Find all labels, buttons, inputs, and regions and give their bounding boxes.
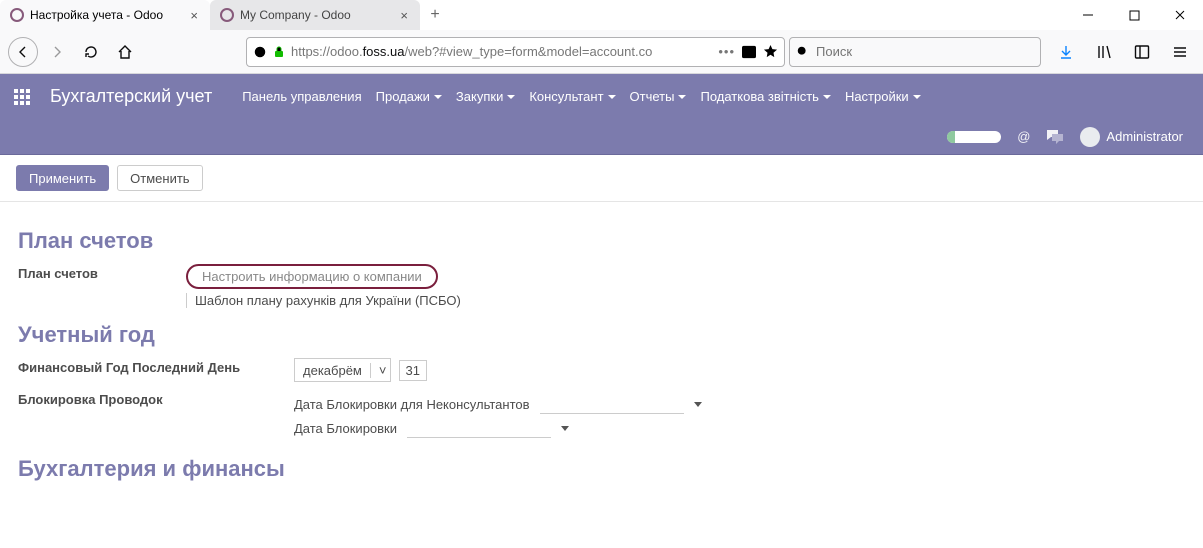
search-bar[interactable]: [789, 37, 1041, 67]
value-lock-entries: Дата Блокировки для Неконсультантов Дата…: [294, 388, 702, 442]
odoo-favicon-icon: [10, 8, 24, 22]
chevron-down-icon: [608, 95, 616, 99]
bookmark-star-icon[interactable]: [763, 44, 778, 59]
menu-tax-reporting[interactable]: Податкова звітність: [700, 89, 830, 104]
cancel-button[interactable]: Отменить: [117, 165, 202, 191]
form-view: План счетов План счетов Настроить информ…: [0, 202, 1203, 482]
browser-tab-2[interactable]: My Company - Odoo ×: [210, 0, 420, 30]
input-lock-date[interactable]: [407, 418, 551, 438]
nav-reload-button[interactable]: [76, 37, 106, 67]
odoo-top-nav: Бухгалтерский учет Панель управления Про…: [0, 74, 1203, 119]
row-lock-entries: Блокировка Проводок Дата Блокировки для …: [18, 388, 1185, 442]
conversations-icon[interactable]: [1046, 129, 1064, 145]
dropdown-icon[interactable]: [561, 426, 569, 431]
fy-month-value: декабрём: [295, 363, 370, 378]
odoo-systray: @ Administrator: [0, 119, 1203, 155]
menu-sales[interactable]: Продажи: [376, 89, 442, 104]
label-chart-of-accounts: План счетов: [18, 262, 168, 281]
menu-advisor[interactable]: Консультант: [529, 89, 615, 104]
chevron-down-icon: [913, 95, 921, 99]
fy-month-select[interactable]: декабрём ˅: [294, 358, 391, 382]
action-bar: Применить Отменить: [0, 155, 1203, 202]
label-lock-non-advisors: Дата Блокировки для Неконсультантов: [294, 397, 530, 412]
user-name: Administrator: [1106, 129, 1183, 144]
tab-title: My Company - Odoo: [240, 8, 392, 22]
new-tab-button[interactable]: +: [420, 0, 450, 30]
odoo-favicon-icon: [220, 8, 234, 22]
chevron-down-icon: ˅: [370, 363, 390, 378]
browser-titlebar: Настройка учета - Odoo × My Company - Od…: [0, 0, 1203, 30]
row-chart-of-accounts: План счетов Настроить информацию о компа…: [18, 262, 1185, 308]
top-menu: Панель управления Продажи Закупки Консул…: [242, 89, 921, 104]
site-info-icon[interactable]: [253, 45, 267, 59]
section-fiscal-year-title: Учетный год: [18, 322, 1185, 348]
window-close-button[interactable]: [1157, 0, 1203, 30]
chevron-down-icon: [823, 95, 831, 99]
search-icon: [796, 45, 810, 59]
value-chart-of-accounts: Настроить информацию о компании Шаблон п…: [186, 262, 461, 308]
input-lock-non-advisors-date[interactable]: [540, 394, 684, 414]
user-menu[interactable]: Administrator: [1080, 127, 1189, 147]
apps-grid-icon[interactable]: [14, 88, 32, 106]
section-chart-of-accounts-title: План счетов: [18, 228, 1185, 254]
tab-close-icon[interactable]: ×: [188, 8, 200, 23]
secure-lock-icon: [273, 46, 285, 58]
url-more-icon[interactable]: •••: [718, 44, 735, 59]
menu-reports[interactable]: Отчеты: [630, 89, 687, 104]
chevron-down-icon: [678, 95, 686, 99]
section-accounting-finance-title: Бухгалтерия и финансы: [18, 456, 1185, 482]
search-input[interactable]: [816, 44, 1034, 59]
window-maximize-button[interactable]: [1111, 0, 1157, 30]
menu-purchases[interactable]: Закупки: [456, 89, 515, 104]
app-title[interactable]: Бухгалтерский учет: [50, 86, 212, 107]
library-button[interactable]: [1089, 37, 1119, 67]
tab-close-icon[interactable]: ×: [398, 8, 410, 23]
label-lock-entries: Блокировка Проводок: [18, 388, 276, 407]
label-fy-last-day: Финансовый Год Последний День: [18, 356, 276, 375]
apply-button[interactable]: Применить: [16, 165, 109, 191]
reader-mode-icon[interactable]: [741, 45, 757, 59]
window-controls: [1065, 0, 1203, 30]
downloads-button[interactable]: [1051, 37, 1081, 67]
planner-progress[interactable]: [947, 131, 1001, 143]
chevron-down-icon: [507, 95, 515, 99]
url-bar[interactable]: https://odoo.foss.ua/web?#view_type=form…: [246, 37, 785, 67]
browser-tab-1[interactable]: Настройка учета - Odoo ×: [0, 0, 210, 30]
fy-day-input[interactable]: 31: [399, 360, 427, 381]
value-fy-last-day: декабрём ˅ 31: [294, 356, 427, 382]
menu-settings[interactable]: Настройки: [845, 89, 921, 104]
toolbar-right: [1051, 37, 1195, 67]
chevron-down-icon: [434, 95, 442, 99]
url-text: https://odoo.foss.ua/web?#view_type=form…: [291, 44, 712, 59]
nav-home-button[interactable]: [110, 37, 140, 67]
menu-dashboard[interactable]: Панель управления: [242, 89, 361, 104]
sidebar-button[interactable]: [1127, 37, 1157, 67]
chart-template-name: Шаблон плану рахунків для України (ПСБО): [186, 293, 461, 308]
app-menu-button[interactable]: [1165, 37, 1195, 67]
row-fy-last-day: Финансовый Год Последний День декабрём ˅…: [18, 356, 1185, 382]
window-minimize-button[interactable]: [1065, 0, 1111, 30]
label-lock-date: Дата Блокировки: [294, 421, 397, 436]
tab-title: Настройка учета - Odoo: [30, 8, 182, 22]
browser-toolbar: https://odoo.foss.ua/web?#view_type=form…: [0, 30, 1203, 74]
avatar: [1080, 127, 1100, 147]
debug-icon[interactable]: @: [1017, 129, 1030, 144]
dropdown-icon[interactable]: [694, 402, 702, 407]
configure-company-link[interactable]: Настроить информацию о компании: [186, 264, 438, 289]
nav-forward-button[interactable]: [42, 37, 72, 67]
nav-back-button[interactable]: [8, 37, 38, 67]
